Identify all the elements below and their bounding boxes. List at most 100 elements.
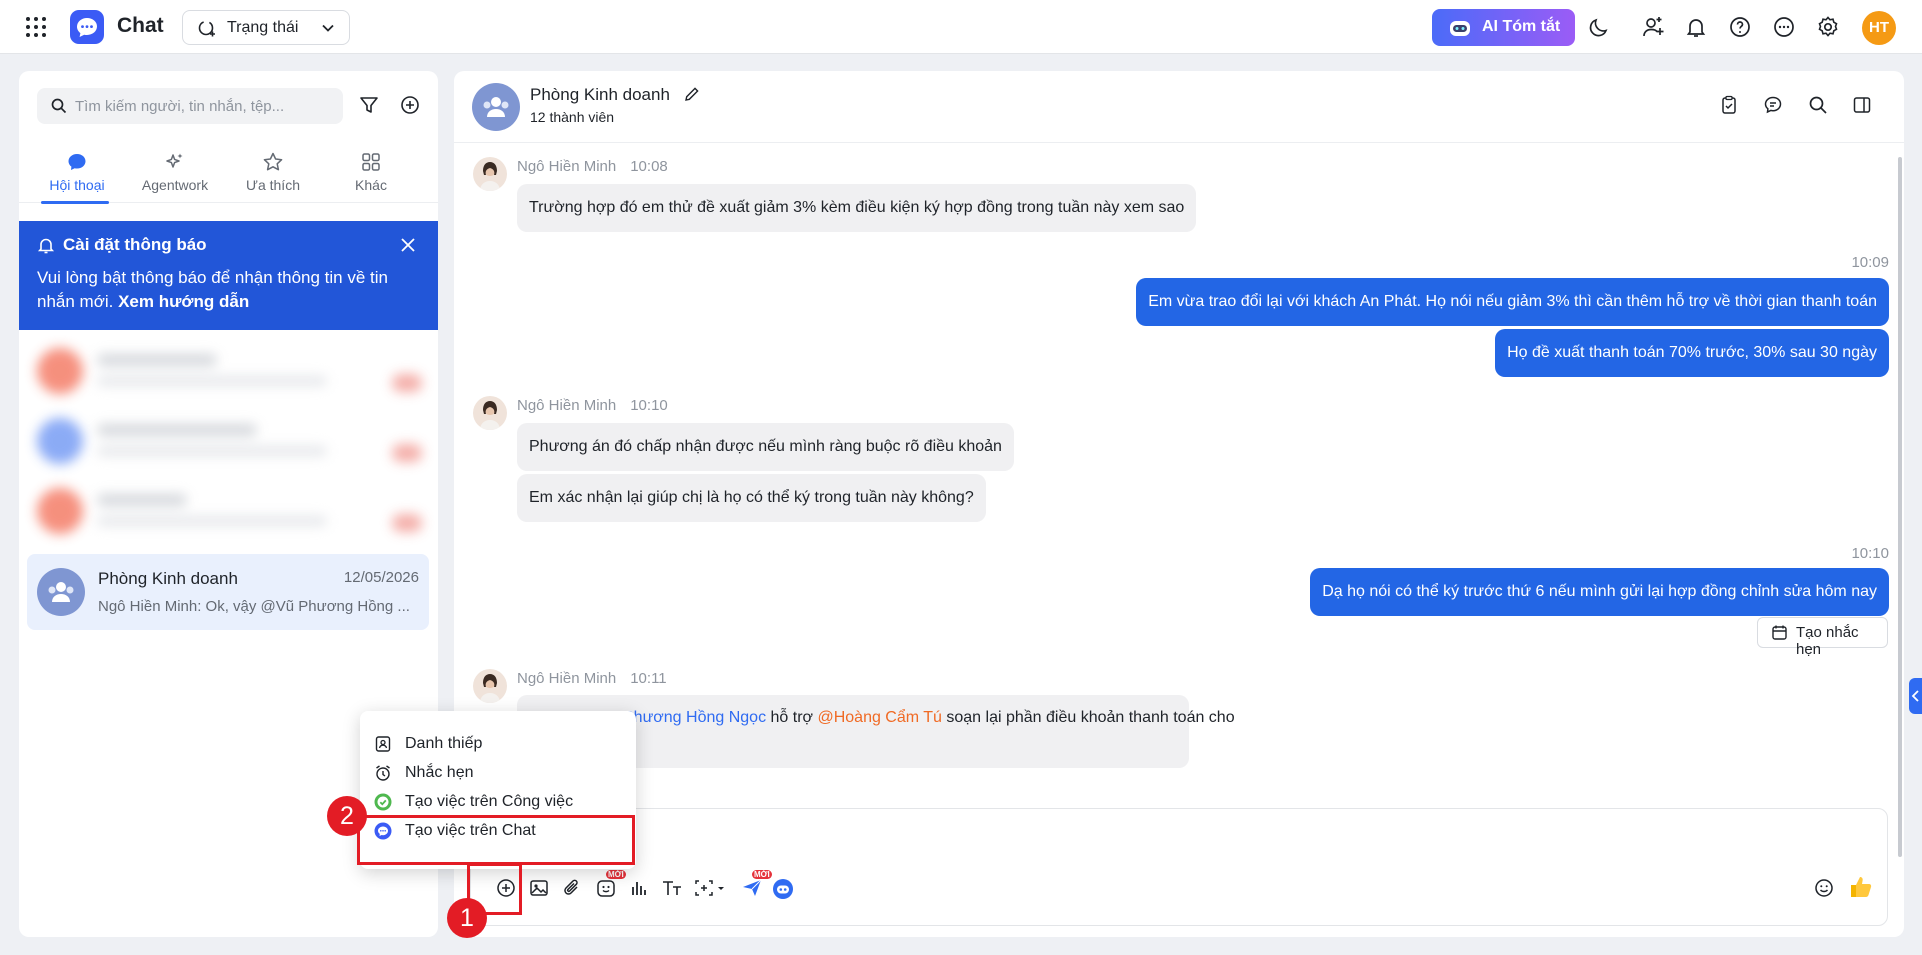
image-icon[interactable]: [529, 878, 549, 898]
apps-grid-icon[interactable]: [24, 15, 48, 39]
ai-summary-button[interactable]: AI Tóm tắt: [1432, 9, 1575, 46]
user-avatar[interactable]: HT: [1862, 11, 1896, 45]
chevron-down-icon: [322, 24, 334, 32]
status-dropdown[interactable]: Trạng thái: [182, 10, 350, 45]
notice-guide-link[interactable]: Xem hướng dẫn: [118, 292, 249, 311]
add-contact-icon[interactable]: [1641, 15, 1665, 39]
blurred-conversation[interactable]: [19, 336, 432, 406]
pencil-icon[interactable]: [684, 86, 700, 102]
blurred-conversation[interactable]: [19, 406, 432, 476]
bell-icon[interactable]: [1684, 15, 1708, 39]
message-bubble[interactable]: Dạ họ nói có thể ký trước thứ 6 nếu mình…: [1310, 568, 1889, 616]
more-icon[interactable]: [1772, 15, 1796, 39]
clipboard-check-icon[interactable]: [1719, 95, 1739, 115]
tab-label: Khác: [355, 177, 387, 193]
close-icon[interactable]: [400, 237, 416, 253]
group-avatar: [37, 568, 85, 616]
search-input[interactable]: Tìm kiếm người, tin nhắn, tệp...: [37, 88, 343, 124]
calendar-icon: [1772, 625, 1787, 640]
conversation-item-phong-kinh-doanh[interactable]: Phòng Kinh doanh 12/05/2026 Ngô Hiền Min…: [27, 554, 429, 630]
message-time: 10:09: [1851, 254, 1889, 271]
moon-icon[interactable]: [1587, 15, 1611, 39]
sender-name: Ngô Hiền Minh: [517, 397, 617, 414]
chat-panel: Phòng Kinh doanh 12 thành viên Ngô Hiền …: [454, 71, 1904, 937]
emoji-icon[interactable]: [1814, 878, 1834, 898]
text-format-icon[interactable]: [661, 878, 683, 898]
highlight-create-task-chat: [357, 815, 635, 865]
menu-item-label: Danh thiếp: [405, 735, 483, 752]
side-panel-icon[interactable]: [1852, 95, 1872, 115]
contact-card-icon: [375, 736, 391, 752]
thumbs-up-icon[interactable]: [1848, 874, 1874, 900]
message-bubble[interactable]: Phương án đó chấp nhận được nếu mình ràn…: [517, 423, 1014, 471]
collapse-panel-tab[interactable]: [1909, 678, 1922, 714]
notice-body: Vui lòng bật thông báo để nhận thông tin…: [37, 266, 421, 314]
message-sender: Ngô Hiền Minh 10:11: [517, 670, 667, 687]
sender-name: Ngô Hiền Minh: [517, 158, 617, 175]
notice-title: Cài đặt thông báo: [63, 235, 207, 254]
new-badge: MỚI: [606, 870, 626, 879]
create-reminder-button[interactable]: Tạo nhắc hẹn: [1757, 617, 1888, 658]
sender-name: Ngô Hiền Minh: [517, 670, 617, 687]
ai-summary-label: AI Tóm tắt: [1482, 18, 1561, 35]
tab-conversations[interactable]: Hội thoại: [27, 151, 127, 193]
message-bubble[interactable]: Họ đề xuất thanh toán 70% trước, 30% sau…: [1495, 329, 1889, 377]
search-icon[interactable]: [1808, 95, 1828, 115]
message-bubble[interactable]: Trường hợp đó em thử đề xuất giảm 3% kèm…: [517, 184, 1197, 232]
message-fragment: soạn lại phần điều khoản thanh toán cho: [941, 709, 1235, 726]
alarm-clock-icon: [376, 765, 390, 781]
screenshot-icon[interactable]: [694, 878, 726, 898]
message-time: 10:11: [630, 670, 667, 687]
app-name: Chat: [117, 14, 164, 37]
tab-label: Agentwork: [141, 177, 209, 193]
tab-label: Ưa thích: [246, 177, 300, 193]
grid-icon: [362, 153, 380, 171]
group-name: Phòng Kinh doanh: [530, 85, 670, 104]
conversation-preview: Ngô Hiền Minh: Ok, vậy @Vũ Phương Hồng .…: [98, 598, 410, 615]
chat-header: Phòng Kinh doanh 12 thành viên: [454, 71, 1904, 143]
avatar[interactable]: [473, 157, 507, 191]
step-badge-2: 2: [327, 796, 367, 836]
search-icon: [51, 98, 67, 114]
message-composer[interactable]: [470, 808, 1888, 926]
group-avatar[interactable]: [472, 83, 520, 131]
mention[interactable]: Phương Hồng Ngọc: [623, 709, 766, 726]
bell-icon: [37, 238, 55, 254]
help-icon[interactable]: [1728, 15, 1752, 39]
tab-other[interactable]: Khác: [321, 151, 421, 193]
poll-chart-icon[interactable]: [629, 878, 649, 898]
tab-label: Hội thoại: [49, 177, 105, 193]
message-time: 10:08: [630, 158, 668, 175]
avatar[interactable]: [473, 396, 507, 430]
paperclip-icon[interactable]: [562, 878, 582, 898]
robot-icon: [1450, 21, 1470, 36]
message-time: 10:10: [630, 397, 668, 414]
gear-icon[interactable]: [1816, 15, 1840, 39]
thread-icon[interactable]: [1763, 95, 1783, 115]
mention[interactable]: @Hoàng Cẩm Tú: [817, 709, 941, 726]
conversation-date: 12/05/2026: [343, 569, 419, 586]
avatar[interactable]: [473, 669, 507, 703]
blurred-conversation[interactable]: [19, 476, 432, 546]
ai-robot-icon[interactable]: [772, 878, 794, 900]
filter-icon[interactable]: [359, 95, 379, 115]
send-plane-icon[interactable]: [741, 878, 763, 898]
chat-logo-icon: [70, 10, 104, 44]
status-label: Trạng thái: [227, 19, 299, 36]
notification-banner: Cài đặt thông báo Vui lòng bật thông báo…: [19, 221, 438, 330]
new-badge: MỚI: [752, 870, 772, 879]
message-sender: Ngô Hiền Minh 10:10: [517, 397, 668, 414]
tab-agentwork[interactable]: Agentwork: [125, 151, 225, 193]
sparkle-icon: [166, 153, 183, 168]
add-circle-icon[interactable]: [400, 95, 420, 115]
message-bubble[interactable]: Em xác nhận lại giúp chị là họ có thể ký…: [517, 474, 986, 522]
menu-item-label: Tạo việc trên Công việc: [405, 793, 574, 810]
tab-favorites[interactable]: Ưa thích: [223, 151, 323, 193]
scrollbar[interactable]: [1898, 157, 1902, 857]
member-count[interactable]: 12 thành viên: [530, 109, 614, 125]
star-icon: [263, 152, 283, 171]
message-bubble[interactable]: Em vừa trao đổi lại với khách An Phát. H…: [1136, 278, 1889, 326]
status-icon: [198, 20, 215, 37]
sticker-icon[interactable]: [596, 878, 616, 898]
conversation-name: Phòng Kinh doanh: [98, 569, 238, 588]
